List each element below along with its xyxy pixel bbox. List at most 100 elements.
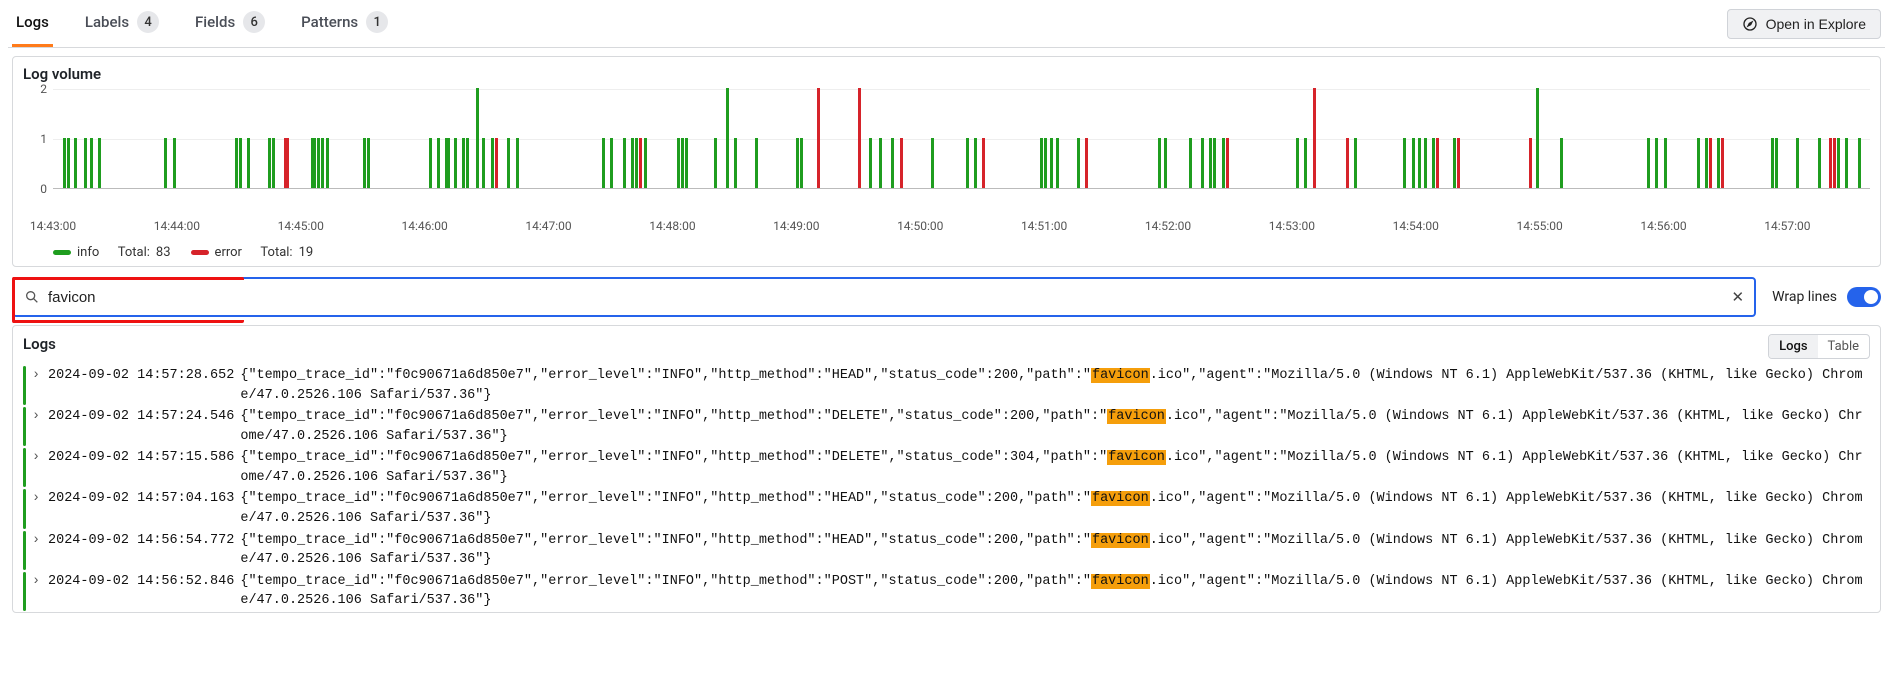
chart-bar-info[interactable]	[516, 138, 519, 188]
chart-bar-info[interactable]	[755, 138, 758, 188]
chart-bar-info[interactable]	[1796, 138, 1799, 188]
chart-bar-error[interactable]	[1457, 138, 1460, 188]
chart-bar-info[interactable]	[879, 138, 882, 188]
chart-bar-error[interactable]	[1829, 138, 1832, 188]
chart-bar-info[interactable]	[1424, 138, 1427, 188]
chart-bar-info[interactable]	[272, 138, 275, 188]
chart-bar-error[interactable]	[1436, 138, 1439, 188]
chart-bar-info[interactable]	[734, 138, 737, 188]
chart-bar-info[interactable]	[1304, 138, 1307, 188]
chart-bar-info[interactable]	[90, 138, 93, 188]
open-in-explore-button[interactable]: Open in Explore	[1727, 9, 1881, 39]
chart-bar-info[interactable]	[1403, 138, 1406, 188]
expand-chevron-icon[interactable]: ›	[32, 531, 42, 551]
chart-bar-info[interactable]	[644, 138, 647, 188]
chart-bar-error[interactable]	[1833, 138, 1836, 188]
chart-bar-info[interactable]	[1050, 138, 1053, 188]
log-search-input[interactable]	[48, 289, 1724, 306]
chart-bar-error[interactable]	[286, 138, 289, 188]
chart-bar-info[interactable]	[1213, 138, 1216, 188]
expand-chevron-icon[interactable]: ›	[32, 366, 42, 386]
chart-bar-info[interactable]	[714, 138, 717, 188]
chart-bar-info[interactable]	[74, 138, 77, 188]
chart-bar-info[interactable]	[84, 138, 87, 188]
chart-bar-info[interactable]	[1189, 138, 1192, 188]
tab-labels[interactable]: Labels4	[81, 0, 163, 47]
chart-bar-info[interactable]	[1209, 138, 1212, 188]
log-row[interactable]: ›2024-09-02 14:57:28.652{"tempo_trace_id…	[23, 365, 1870, 406]
chart-bar-info[interactable]	[317, 138, 320, 188]
chart-bar-info[interactable]	[235, 138, 238, 188]
chart-bar-info[interactable]	[891, 138, 894, 188]
log-row[interactable]: ›2024-09-02 14:57:04.163{"tempo_trace_id…	[23, 488, 1870, 529]
chart-bar-info[interactable]	[1647, 138, 1650, 188]
chart-bar-info[interactable]	[931, 138, 934, 188]
chart-bar-error[interactable]	[982, 138, 985, 188]
chart-bar-info[interactable]	[1040, 138, 1043, 188]
legend-error[interactable]: error Total: 19	[191, 245, 314, 260]
chart-bar-info[interactable]	[602, 138, 605, 188]
chart-bar-info[interactable]	[1222, 138, 1225, 188]
chart-bar-info[interactable]	[1560, 138, 1563, 188]
chart-bar-info[interactable]	[98, 138, 101, 188]
chart-bar-info[interactable]	[466, 138, 469, 188]
chart-bar-info[interactable]	[313, 138, 316, 188]
chart-bar-info[interactable]	[482, 138, 485, 188]
chart-bar-info[interactable]	[685, 138, 688, 188]
chart-bar-info[interactable]	[1354, 138, 1357, 188]
chart-bar-info[interactable]	[1158, 138, 1161, 188]
chart-bar-info[interactable]	[681, 138, 684, 188]
chart-bar-info[interactable]	[1664, 138, 1667, 188]
legend-info[interactable]: info Total: 83	[53, 245, 171, 260]
chart-bar-info[interactable]	[173, 138, 176, 188]
chart-bar-info[interactable]	[1164, 138, 1167, 188]
chart-bar-info[interactable]	[1418, 138, 1421, 188]
chart-bar-info[interactable]	[454, 138, 457, 188]
chart-bar-info[interactable]	[491, 138, 494, 188]
chart-bar-info[interactable]	[974, 138, 977, 188]
tab-logs[interactable]: Logs	[12, 0, 53, 47]
chart-bar-info[interactable]	[800, 138, 803, 188]
chart-bar-info[interactable]	[507, 138, 510, 188]
chart-bar-info[interactable]	[1536, 88, 1539, 188]
chart-bar-info[interactable]	[437, 138, 440, 188]
chart-bar-info[interactable]	[63, 138, 66, 188]
expand-chevron-icon[interactable]: ›	[32, 489, 42, 509]
chart-bar-info[interactable]	[268, 138, 271, 188]
chart-bar-info[interactable]	[726, 88, 729, 188]
chart-bar-error[interactable]	[639, 138, 642, 188]
log-row[interactable]: ›2024-09-02 14:57:24.546{"tempo_trace_id…	[23, 406, 1870, 447]
chart-bar-error[interactable]	[817, 88, 820, 188]
chart-bar-info[interactable]	[326, 138, 329, 188]
log-volume-chart[interactable]: 012	[23, 89, 1870, 219]
chart-bar-error[interactable]	[1085, 138, 1088, 188]
chart-bar-info[interactable]	[1705, 138, 1708, 188]
chart-bar-info[interactable]	[1077, 138, 1080, 188]
view-switch-table[interactable]: Table	[1818, 335, 1869, 358]
chart-bar-error[interactable]	[858, 88, 861, 188]
chart-bar-error[interactable]	[900, 138, 903, 188]
chart-bar-info[interactable]	[1412, 138, 1415, 188]
chart-bar-info[interactable]	[363, 138, 366, 188]
chart-bar-info[interactable]	[476, 88, 479, 188]
chart-bar-info[interactable]	[1056, 138, 1059, 188]
log-row[interactable]: ›2024-09-02 14:56:52.846{"tempo_trace_id…	[23, 571, 1870, 612]
chart-bar-info[interactable]	[1432, 138, 1435, 188]
view-switch-logs[interactable]: Logs	[1769, 335, 1817, 358]
chart-bar-info[interactable]	[1296, 138, 1299, 188]
chart-bar-info[interactable]	[635, 138, 638, 188]
chart-bar-info[interactable]	[869, 138, 872, 188]
chart-bar-info[interactable]	[1837, 138, 1840, 188]
chart-bar-error[interactable]	[1529, 138, 1532, 188]
chart-bar-info[interactable]	[1697, 138, 1700, 188]
chart-bar-info[interactable]	[462, 138, 465, 188]
chart-bar-info[interactable]	[367, 138, 370, 188]
clear-search-icon[interactable]: ✕	[1732, 288, 1745, 306]
chart-bar-info[interactable]	[447, 138, 450, 188]
chart-bar-info[interactable]	[1845, 138, 1848, 188]
expand-chevron-icon[interactable]: ›	[32, 572, 42, 592]
chart-bar-error[interactable]	[1721, 138, 1724, 188]
chart-bar-error[interactable]	[1709, 138, 1712, 188]
log-search-box[interactable]: ✕	[12, 277, 1756, 317]
chart-bar-info[interactable]	[1717, 138, 1720, 188]
